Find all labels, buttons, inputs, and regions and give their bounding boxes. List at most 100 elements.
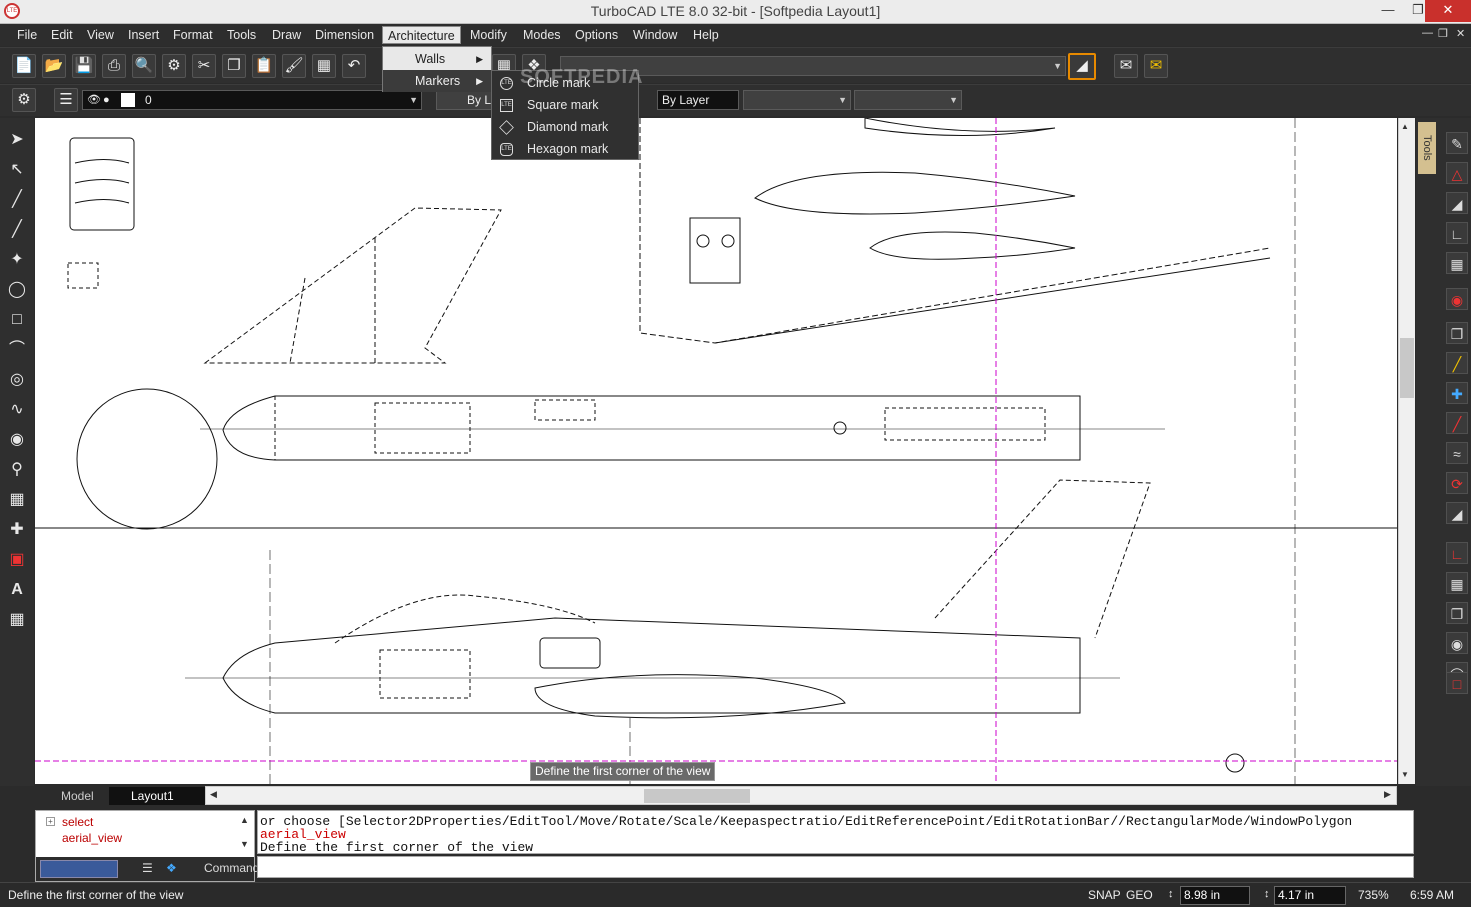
menu-modes[interactable]: Modes [518, 26, 566, 44]
group-icon[interactable]: ▦ [5, 488, 29, 512]
tab-layout1[interactable]: Layout1 [109, 787, 207, 805]
menu-view[interactable]: View [82, 26, 119, 44]
draw-line-icon[interactable]: ╱ [1446, 352, 1468, 374]
text-icon[interactable]: A [5, 578, 29, 602]
grid-icon[interactable]: ▦ [1446, 252, 1468, 274]
contact-card-icon[interactable]: ✉ [1114, 54, 1138, 78]
open-folder-icon[interactable]: 📂 [42, 54, 66, 78]
ellipse-icon[interactable]: ◎ [5, 368, 29, 392]
submenu-item-square-mark[interactable]: LTE Square mark [492, 94, 638, 116]
arc-icon[interactable]: ⌒ [5, 338, 29, 362]
expand-icon[interactable]: + [46, 817, 55, 826]
close-button[interactable]: ✕ [1425, 0, 1471, 22]
mdi-close-button[interactable]: ✕ [1456, 27, 1465, 40]
history-scroll-down-icon[interactable]: ▼ [240, 839, 249, 849]
minimize-button[interactable]: — [1373, 0, 1403, 22]
mdi-restore-button[interactable]: ❐ [1438, 27, 1448, 40]
print-icon[interactable]: ⎙ [102, 54, 126, 78]
history-list-icon[interactable]: ☰ [142, 861, 153, 875]
snap-toggle[interactable]: SNAP [1088, 888, 1121, 902]
pen-width-combo[interactable]: ▼ [743, 90, 851, 110]
triangle-icon[interactable]: △ [1446, 162, 1468, 184]
command-input[interactable] [257, 856, 1414, 878]
fill-color-icon[interactable]: ▣ [5, 548, 29, 572]
properties-icon[interactable]: ▦ [312, 54, 336, 78]
mdi-minimize-button[interactable]: — [1422, 27, 1433, 39]
point-icon[interactable]: ✚ [5, 518, 29, 542]
geo-toggle[interactable]: GEO [1126, 888, 1153, 902]
fillet-icon[interactable]: ∟ [1446, 542, 1468, 564]
snap-icon[interactable]: ◉ [1446, 288, 1468, 310]
intersect-icon[interactable]: ✚ [1446, 382, 1468, 404]
edit-tool-icon[interactable]: ↖ [5, 158, 29, 182]
history-item-select[interactable]: select [62, 815, 93, 829]
measure-icon[interactable]: ≈ [1446, 442, 1468, 464]
tab-model[interactable]: Model [39, 787, 103, 805]
multiline-icon[interactable]: ╱ [5, 218, 29, 242]
menu-dimension[interactable]: Dimension [310, 26, 379, 44]
scroll-left-icon[interactable]: ◀ [210, 789, 217, 800]
layers-icon[interactable]: ☰ [54, 88, 78, 112]
trim-icon[interactable]: ╱ [1446, 412, 1468, 434]
settings-gear-icon[interactable]: ⚙ [12, 88, 36, 112]
mirror-icon[interactable]: ◢ [1446, 502, 1468, 524]
corner-icon[interactable]: ∟ [1446, 222, 1468, 244]
paste-icon[interactable]: 📋 [252, 54, 276, 78]
rotate-icon[interactable]: ⟳ [1446, 472, 1468, 494]
stretch-icon[interactable]: ❐ [1446, 602, 1468, 624]
color-combo[interactable]: By Layer▼ [657, 90, 750, 110]
menu-architecture[interactable]: Architecture [382, 26, 461, 44]
copy-icon[interactable]: ❐ [222, 54, 246, 78]
pencil-icon[interactable]: ✎ [1446, 132, 1468, 154]
polyline-icon[interactable]: ✦ [5, 248, 29, 272]
explode-icon[interactable]: □ [1446, 672, 1468, 694]
submenu-item-hexagon-mark[interactable]: LTE Hexagon mark [492, 138, 638, 160]
cut-icon[interactable]: ✂ [192, 54, 216, 78]
email-icon[interactable]: ✉ [1144, 54, 1168, 78]
menu-window[interactable]: Window [628, 26, 682, 44]
copy-block-icon[interactable]: ❐ [1446, 322, 1468, 344]
drawing-canvas[interactable] [35, 118, 1397, 784]
scroll-down-icon[interactable]: ▼ [1401, 770, 1409, 779]
undo-icon[interactable]: ↶ [342, 54, 366, 78]
menu-file[interactable]: File [12, 26, 42, 44]
history-item-aerial-view[interactable]: aerial_view [62, 831, 122, 845]
y-coordinate-field[interactable]: 4.17 in [1274, 886, 1346, 905]
vertical-scroll-thumb[interactable] [1400, 338, 1414, 398]
select-arrow-icon[interactable]: ➤ [5, 128, 29, 152]
scroll-right-icon[interactable]: ▶ [1384, 789, 1391, 800]
array-icon[interactable]: ▦ [1446, 572, 1468, 594]
tools-tab[interactable]: Tools [1418, 122, 1436, 174]
zoom-icon[interactable]: ⚲ [5, 458, 29, 482]
view-icon[interactable]: ◢ [1068, 53, 1096, 80]
save-icon[interactable]: 💾 [72, 54, 96, 78]
offset-icon[interactable]: ◉ [1446, 632, 1468, 654]
x-coordinate-field[interactable]: 8.98 in [1180, 886, 1250, 905]
format-painter-icon[interactable]: 🖌 [282, 54, 306, 78]
curve-icon[interactable]: ∿ [5, 398, 29, 422]
insert-image-icon[interactable]: ▦ [5, 608, 29, 632]
linestyle-combo[interactable]: By L [436, 90, 496, 110]
menu-insert[interactable]: Insert [123, 26, 164, 44]
menu-modify[interactable]: Modify [465, 26, 512, 44]
menu-item-markers[interactable]: Markers ▶ [383, 70, 491, 92]
menu-tools[interactable]: Tools [222, 26, 261, 44]
print-preview-icon[interactable]: 🔍 [132, 54, 156, 78]
menu-options[interactable]: Options [570, 26, 623, 44]
line-icon[interactable]: ╱ [5, 188, 29, 212]
dimension-icon[interactable]: ◢ [1446, 192, 1468, 214]
menu-help[interactable]: Help [688, 26, 724, 44]
scroll-up-icon[interactable]: ▲ [1401, 122, 1409, 131]
pen-style-combo[interactable]: ▼ [854, 90, 962, 110]
history-scroll-up-icon[interactable]: ▲ [240, 815, 249, 825]
history-link-icon[interactable]: ❖ [166, 861, 177, 875]
menu-item-walls[interactable]: Walls ▶ [383, 48, 491, 70]
horizontal-scroll-thumb[interactable] [644, 789, 750, 803]
submenu-item-diamond-mark[interactable]: Diamond mark [492, 116, 638, 138]
gear-icon[interactable]: ⚙ [162, 54, 186, 78]
history-nav-buttons[interactable] [40, 860, 118, 878]
horizontal-scrollbar[interactable]: ◀ ▶ [205, 786, 1397, 805]
rectangle-icon[interactable]: □ [5, 308, 29, 332]
menu-edit[interactable]: Edit [46, 26, 78, 44]
circle-icon[interactable]: ◯ [5, 278, 29, 302]
